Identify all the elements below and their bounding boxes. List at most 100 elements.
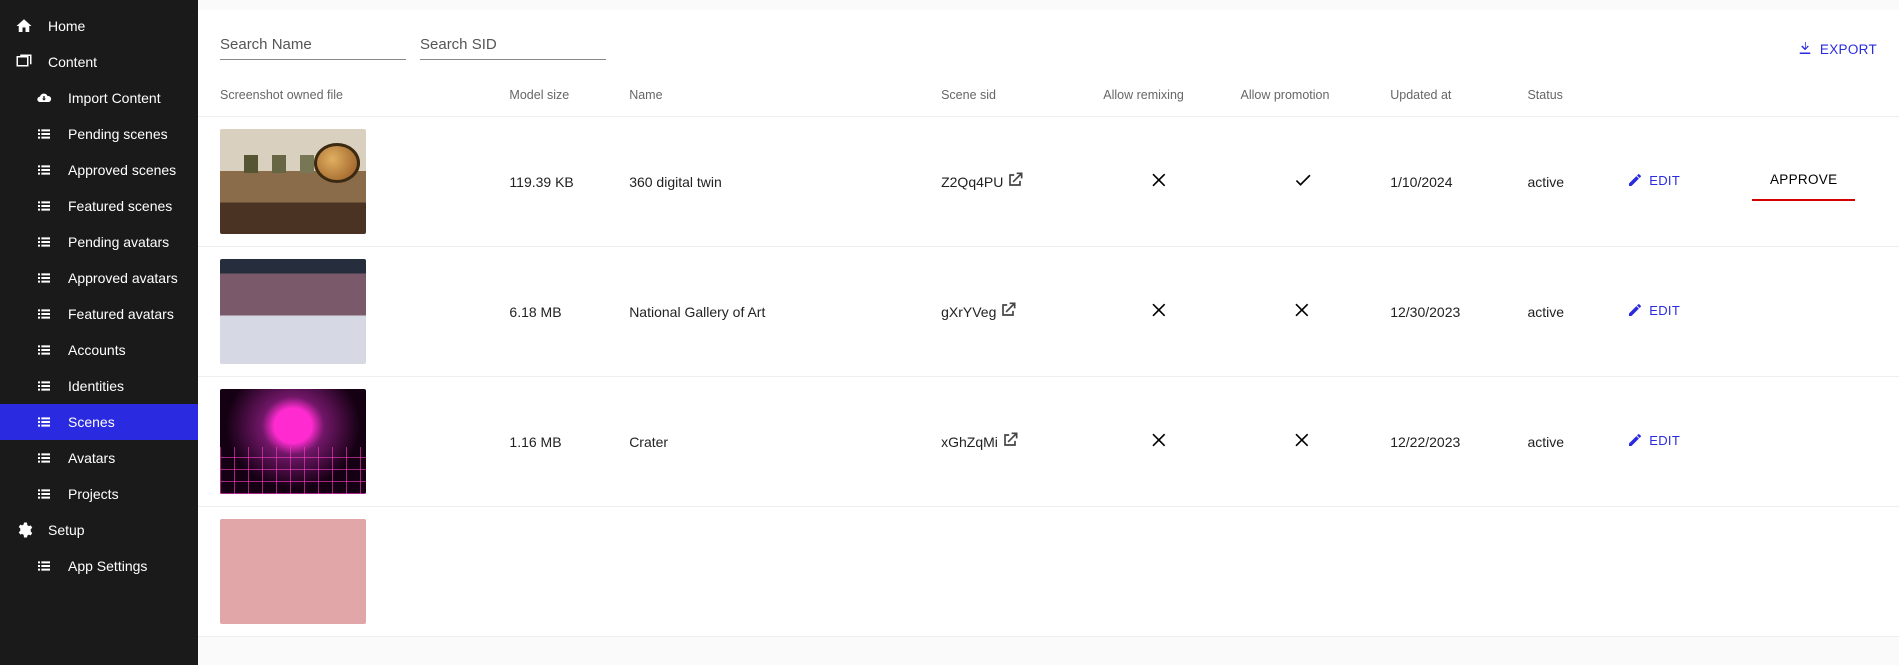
nav-setup[interactable]: Setup [0,512,198,548]
cell-status: active [1515,377,1615,507]
cell-name: 360 digital twin [617,117,929,247]
scene-thumbnail[interactable] [220,129,366,234]
list-icon [34,340,54,360]
sidebar: Home Content Import Content Pending scen… [0,0,198,665]
nav-label: Pending scenes [68,126,168,142]
cell-scene-sid: gXrYVeg [941,300,1018,323]
nav-approved-avatars[interactable]: Approved avatars [0,260,198,296]
cell-updated-at [1378,507,1515,637]
nav-label: Featured avatars [68,306,174,322]
nav-import-content[interactable]: Import Content [0,80,198,116]
cell-allow-promotion [1229,117,1379,247]
cell-model-size: 1.16 MB [497,377,617,507]
nav-content[interactable]: Content [0,44,198,80]
cell-allow-promotion [1229,377,1379,507]
open-external-icon[interactable] [1000,430,1020,453]
list-icon [34,556,54,576]
nav-label: Accounts [68,342,126,358]
download-icon [1796,39,1814,60]
nav-projects[interactable]: Projects [0,476,198,512]
cell-allow-remixing [1091,507,1228,637]
nav-label: Approved scenes [68,162,176,178]
nav-pending-avatars[interactable]: Pending avatars [0,224,198,260]
export-label: EXPORT [1820,42,1877,57]
nav-home[interactable]: Home [0,8,198,44]
scene-thumbnail[interactable] [220,519,366,624]
export-button[interactable]: EXPORT [1796,39,1877,60]
th-allow-remixing[interactable]: Allow remixing [1091,74,1228,117]
home-icon [14,16,34,36]
cell-name [617,507,929,637]
th-name[interactable]: Name [617,74,929,117]
list-icon [34,232,54,252]
edit-button[interactable]: EDIT [1627,172,1680,188]
th-allow-promotion[interactable]: Allow promotion [1229,74,1379,117]
nav-label: Scenes [68,414,115,430]
nav-featured-scenes[interactable]: Featured scenes [0,188,198,224]
cell-updated-at: 12/30/2023 [1378,247,1515,377]
open-external-icon[interactable] [1005,170,1025,193]
table-row: 6.18 MBNational Gallery of Art gXrYVeg 12/… [198,247,1899,377]
nav-label: Import Content [68,90,161,106]
nav-avatars[interactable]: Avatars [0,440,198,476]
stack-icon [14,52,34,72]
th-model-size[interactable]: Model size [497,74,617,117]
x-icon [1150,177,1170,193]
scenes-table: Screenshot owned file Model size Name Sc… [198,74,1899,637]
list-icon [34,124,54,144]
th-updated-at[interactable]: Updated at [1378,74,1515,117]
nav-label: Projects [68,486,119,502]
x-icon [1293,437,1313,453]
cell-model-size: 119.39 KB [497,117,617,247]
nav-label: App Settings [68,558,147,574]
cell-status [1515,507,1615,637]
x-icon [1293,307,1313,323]
cell-name: National Gallery of Art [617,247,929,377]
nav-label: Pending avatars [68,234,169,250]
edit-button[interactable]: EDIT [1627,432,1680,448]
nav-pending-scenes[interactable]: Pending scenes [0,116,198,152]
cell-status: active [1515,117,1615,247]
main-panel: EXPORT Screenshot owned file Model size … [198,0,1899,665]
table-row: 119.39 KB360 digital twinZ2Qq4PU1/10/202… [198,117,1899,247]
th-status[interactable]: Status [1515,74,1615,117]
search-name-input[interactable] [220,30,406,60]
table-row: 1.16 MBCraterxGhZqMi12/22/2023activeEDIT [198,377,1899,507]
nav-app-settings[interactable]: App Settings [0,548,198,584]
check-icon [1293,177,1313,193]
nav-label: Featured scenes [68,198,172,214]
nav-label: Avatars [68,450,115,466]
cell-name: Crater [617,377,929,507]
gear-icon [14,520,34,540]
th-scene-sid[interactable]: Scene sid [929,74,1091,117]
nav-identities[interactable]: Identities [0,368,198,404]
nav-featured-avatars[interactable]: Featured avatars [0,296,198,332]
list-icon [34,484,54,504]
list-icon [34,160,54,180]
list-icon [34,376,54,396]
toolbar: EXPORT [198,10,1899,74]
nav-label: Approved avatars [68,270,178,286]
nav-scenes[interactable]: Scenes [0,404,198,440]
approve-button[interactable]: APPROVE [1752,162,1855,201]
edit-button[interactable]: EDIT [1627,302,1680,318]
th-screenshot[interactable]: Screenshot owned file [198,74,497,117]
search-sid-input[interactable] [420,30,606,60]
cell-model-size [497,507,617,637]
cell-allow-promotion [1229,507,1379,637]
cell-model-size: 6.18 MB [497,247,617,377]
cell-allow-remixing [1091,247,1228,377]
list-icon [34,196,54,216]
cell-allow-promotion [1229,247,1379,377]
scene-thumbnail[interactable] [220,259,366,364]
x-icon [1150,437,1170,453]
cell-updated-at: 12/22/2023 [1378,377,1515,507]
open-external-icon[interactable] [998,300,1018,323]
list-icon [34,412,54,432]
scene-thumbnail[interactable] [220,389,366,494]
nav-approved-scenes[interactable]: Approved scenes [0,152,198,188]
nav-label: Content [48,54,97,70]
nav-accounts[interactable]: Accounts [0,332,198,368]
cell-allow-remixing [1091,117,1228,247]
nav-label: Setup [48,522,85,538]
